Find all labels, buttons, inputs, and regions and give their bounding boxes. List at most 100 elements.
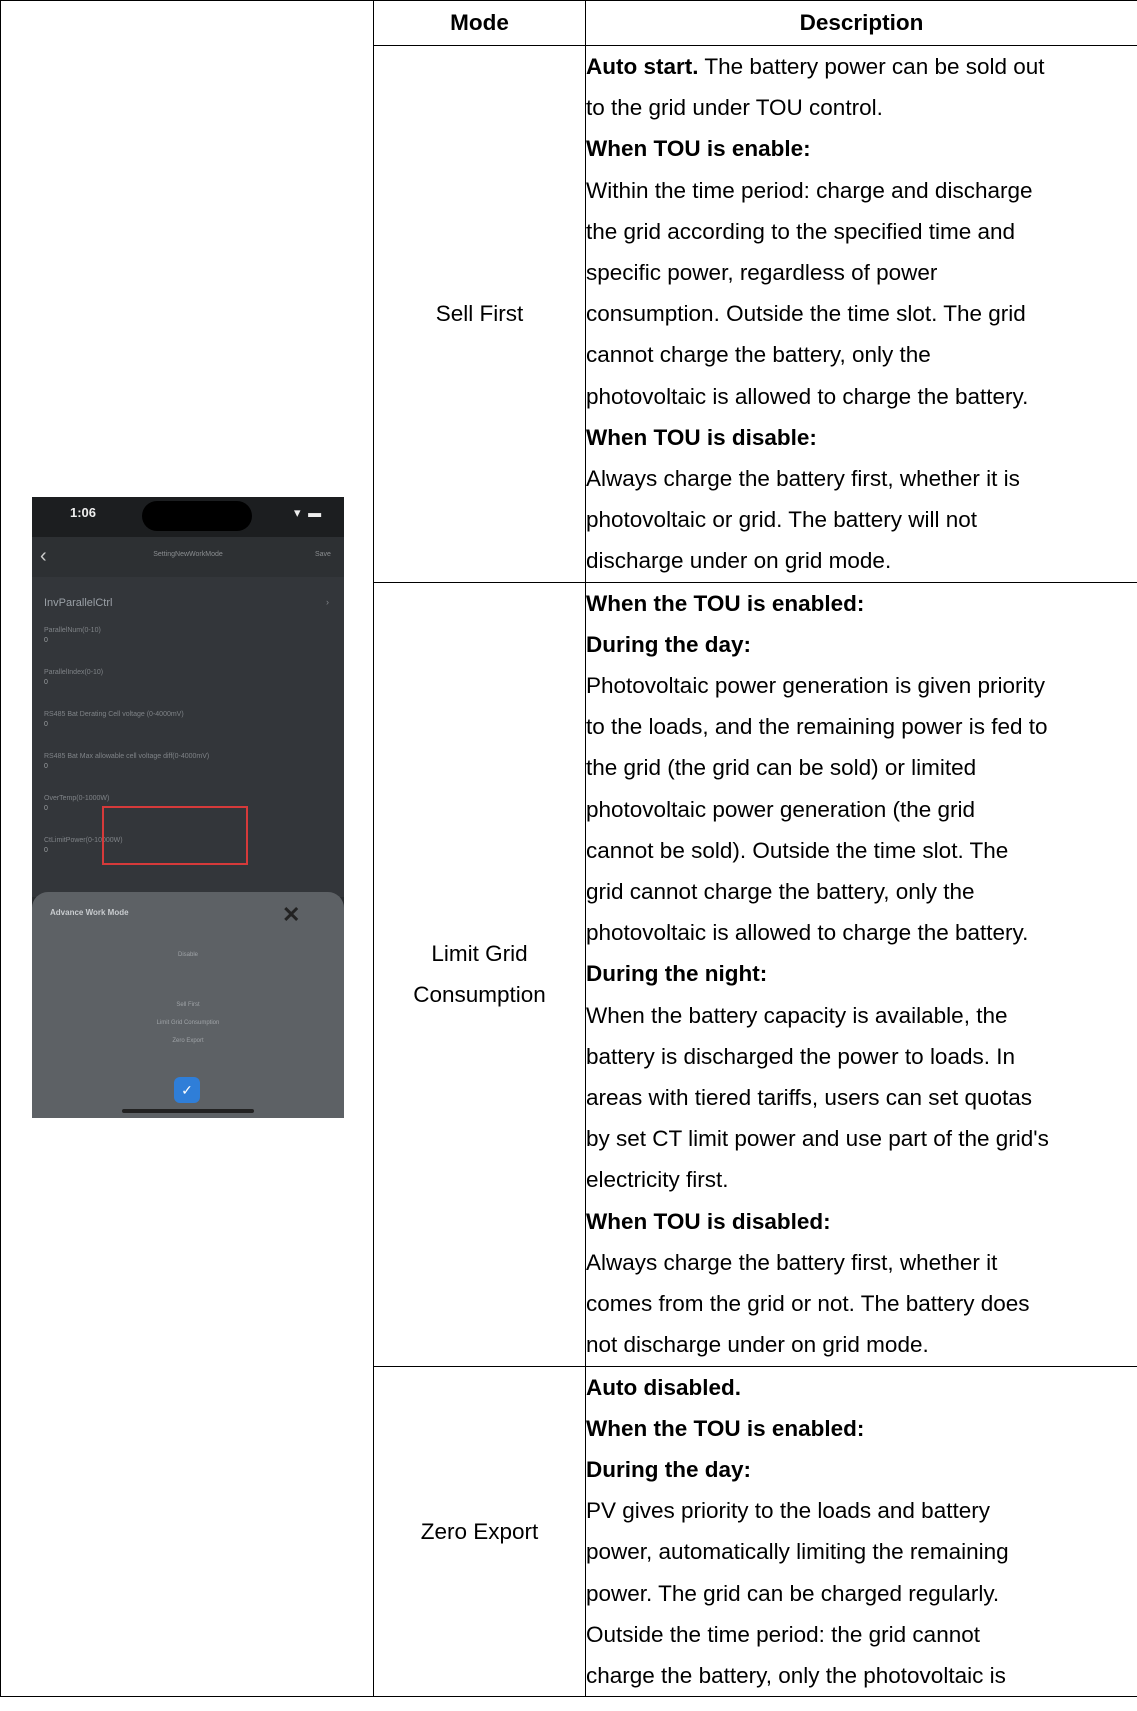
setting-value: 0: [44, 763, 48, 770]
description-line: During the day:: [586, 624, 1137, 665]
option-zero-export[interactable]: Zero Export: [32, 1038, 344, 1044]
description-line: electricity first.: [586, 1159, 1137, 1200]
setting-value: 0: [44, 721, 48, 728]
description-line: Auto start. The battery power can be sol…: [586, 46, 1137, 87]
description-text: power, automatically limiting the remain…: [586, 1539, 1009, 1565]
setting-label: OverTemp(0-1000W): [44, 795, 110, 802]
description-line: battery is discharged the power to loads…: [586, 1036, 1137, 1077]
description-text: PV gives priority to the loads and batte…: [586, 1498, 990, 1524]
description-line: by set CT limit power and use part of th…: [586, 1118, 1137, 1159]
mode-cell: Sell First: [373, 45, 586, 583]
description-line: During the night:: [586, 953, 1137, 994]
mode-label: Sell First: [435, 301, 524, 327]
option-sell-first[interactable]: Sell First: [32, 1002, 344, 1008]
back-icon[interactable]: ‹: [40, 545, 47, 568]
description-line: PV gives priority to the loads and batte…: [586, 1490, 1137, 1531]
description-bold: When TOU is disable:: [586, 424, 817, 450]
description-text: photovoltaic or grid. The battery will n…: [586, 507, 978, 533]
description-text: photovoltaic is allowed to charge the ba…: [586, 383, 1029, 409]
description-line: the grid according to the specified time…: [586, 211, 1137, 252]
save-button[interactable]: Save: [315, 551, 331, 558]
description-text: areas with tiered tariffs, users can set…: [586, 1085, 1033, 1111]
description-cell: Auto disabled. When the TOU is enabled: Du…: [585, 1365, 1137, 1698]
close-icon[interactable]: ✕: [282, 902, 300, 928]
description-line: consumption. Outside the time slot. The …: [586, 293, 1137, 334]
dynamic-island: [142, 501, 252, 531]
description-text: Photovoltaic power generation is given p…: [586, 673, 1045, 699]
description-text: to the grid under TOU control.: [586, 95, 883, 121]
mode-cell: Limit Grid Consumption: [373, 581, 586, 1367]
setting-value: 0: [44, 679, 48, 686]
description-text: to the loads, and the remaining power is…: [586, 714, 1048, 740]
description-text: When the battery capacity is available, …: [586, 1002, 1008, 1028]
confirm-icon[interactable]: ✓: [174, 1077, 200, 1103]
app-screenshot: 1:06 ▾ ▬ ‹ SettingNewWorkMode Save InvPa…: [32, 497, 344, 1118]
description-text: specific power, regardless of power: [586, 260, 938, 286]
description-text: the grid (the grid can be sold) or limit…: [586, 755, 977, 781]
description-text: photovoltaic is allowed to charge the ba…: [586, 920, 1029, 946]
setting-item[interactable]: RS485 Bat Derating Cell voltage (0-4000m…: [44, 711, 184, 728]
description-text: by set CT limit power and use part of th…: [586, 1126, 1049, 1152]
description-line: When the TOU is enabled:: [586, 1408, 1137, 1449]
description-text: grid cannot charge the battery, only the: [586, 879, 975, 905]
description-text: not discharge under on grid mode.: [586, 1332, 929, 1358]
description-line: to the loads, and the remaining power is…: [586, 706, 1137, 747]
chevron-right-icon[interactable]: ›: [326, 597, 329, 607]
description-bold: When the TOU is enabled:: [586, 590, 865, 616]
description-text: Outside the time period: the grid cannot: [586, 1621, 980, 1647]
description-text: Within the time period: charge and disch…: [586, 177, 1033, 203]
setting-label: RS485 Bat Derating Cell voltage (0-4000m…: [44, 711, 184, 718]
description-text: consumption. Outside the time slot. The …: [586, 301, 1026, 327]
description-line: discharge under on grid mode.: [586, 540, 1137, 581]
header-row: Mode Description: [0, 0, 1137, 1698]
description-line: When TOU is disable:: [586, 417, 1137, 458]
status-bar: 1:06 ▾ ▬: [32, 497, 344, 537]
description-text: cannot be sold). Outside the time slot. …: [586, 837, 1009, 863]
description-line: Auto disabled.: [586, 1367, 1137, 1408]
description-line: Photovoltaic power generation is given p…: [586, 665, 1137, 706]
description-text: Always charge the battery first, whether…: [586, 1249, 998, 1275]
description-line: Always charge the battery first, whether…: [586, 458, 1137, 499]
description-bold: During the night:: [586, 961, 768, 987]
sheet-title: Advance Work Mode: [50, 908, 129, 917]
description-line: When TOU is disabled:: [586, 1201, 1137, 1242]
description-text: discharge under on grid mode.: [586, 548, 892, 574]
description-text: charge the battery, only the photovoltai…: [586, 1662, 1006, 1688]
highlight-box: [102, 806, 248, 865]
description-line: Always charge the battery first, whether…: [586, 1242, 1137, 1283]
description-bold: Auto disabled.: [586, 1374, 742, 1400]
setting-item[interactable]: OverTemp(0-1000W) 0: [44, 795, 109, 812]
status-time: 1:06: [70, 505, 97, 520]
description-bold: When TOU is enable:: [586, 136, 811, 162]
description-line: power, automatically limiting the remain…: [586, 1531, 1137, 1572]
mode-cell: Zero Export: [373, 1365, 586, 1698]
setting-item[interactable]: ParallelIndex(0-10) 0: [44, 669, 103, 686]
section-title: InvParallelCtrl: [44, 597, 113, 609]
option-limit-grid[interactable]: Limit Grid Consumption: [32, 1020, 344, 1026]
description-cell: Auto start. The battery power can be sol…: [585, 45, 1137, 583]
description-line: areas with tiered tariffs, users can set…: [586, 1077, 1137, 1118]
description-line: not discharge under on grid mode.: [586, 1324, 1137, 1365]
description-text: battery is discharged the power to loads…: [586, 1043, 1015, 1069]
description-line: When the TOU is enabled:: [586, 583, 1137, 624]
description-text: The battery power can be sold out: [698, 54, 1045, 79]
description-bold: When TOU is disabled:: [586, 1208, 831, 1234]
home-indicator: [122, 1109, 254, 1113]
description-bold: During the day:: [586, 1456, 752, 1482]
description-line: When TOU is enable:: [586, 128, 1137, 169]
mode-label: Zero Export: [420, 1518, 539, 1544]
setting-label: ParallelIndex(0-10): [44, 669, 104, 676]
description-bold: Auto start.: [586, 54, 699, 79]
description-bold: When the TOU is enabled:: [586, 1415, 865, 1441]
setting-item[interactable]: ParallelNum(0-10) 0: [44, 627, 101, 644]
setting-item[interactable]: RS485 Bat Max allowable cell voltage dif…: [44, 753, 209, 770]
header-description: Description: [585, 0, 1137, 46]
description-text: power. The grid can be charged regularly…: [586, 1580, 1000, 1606]
description-line: photovoltaic is allowed to charge the ba…: [586, 376, 1137, 417]
setting-value: 0: [44, 637, 48, 644]
mode-label: Consumption: [413, 982, 546, 1008]
nav-title: SettingNewWorkMode: [153, 551, 223, 558]
setting-value: 0: [44, 805, 48, 812]
description-line: to the grid under TOU control.: [586, 87, 1137, 128]
option-disable[interactable]: Disable: [32, 952, 344, 958]
